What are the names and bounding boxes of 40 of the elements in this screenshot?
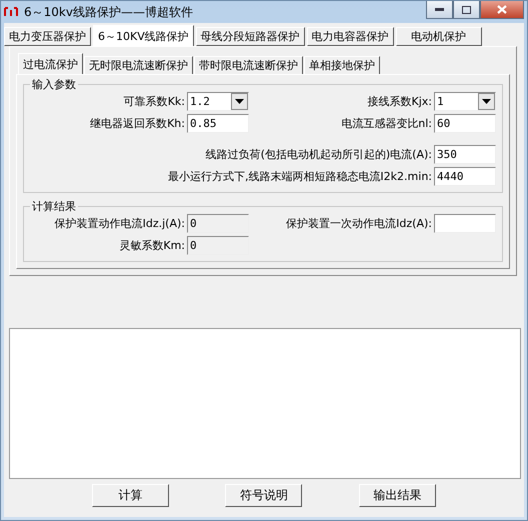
- field-label: 线路过负荷(包括电动机起动所引起的)电流(A):: [204, 147, 432, 162]
- field-label: 可靠系数Kk:: [122, 94, 185, 109]
- tab[interactable]: 电力电容器保护: [306, 27, 394, 46]
- tab[interactable]: 电力变压器保护: [4, 27, 91, 46]
- tab[interactable]: 单相接地保护: [304, 56, 380, 74]
- field-label: 电流互感器变比nl:: [340, 116, 432, 131]
- tab[interactable]: 无时限电流速断保护: [84, 56, 193, 74]
- tab[interactable]: 母线分段短路器保护: [196, 27, 305, 46]
- group-title: 输入参数: [31, 77, 77, 92]
- action-button[interactable]: 计算: [92, 484, 170, 507]
- field-label: 保护装置一次动作电流Idz(A):: [285, 216, 432, 231]
- input-field[interactable]: 0: [187, 214, 249, 233]
- action-button[interactable]: 符号说明: [225, 484, 302, 507]
- tab[interactable]: 过电流保护: [18, 53, 83, 74]
- tab[interactable]: 带时限电流速断保护: [194, 56, 303, 74]
- input-field[interactable]: [434, 214, 496, 233]
- window-title: 6～10kv线路保护——博超软件: [24, 4, 193, 20]
- close-icon: [497, 5, 507, 14]
- field-label: 最小运行方式下,线路末端两相短路稳态电流I2k2.min:: [166, 169, 432, 184]
- dropdown-field[interactable]: 1: [434, 92, 496, 111]
- field-label: 继电器返回系数Kh:: [89, 116, 185, 131]
- tab[interactable]: 6～10KV线路保护: [93, 25, 194, 46]
- close-button[interactable]: [480, 1, 524, 19]
- input-field[interactable]: 0: [187, 236, 249, 255]
- maximize-icon: [462, 6, 471, 14]
- dropdown-field[interactable]: 1.2: [187, 92, 249, 111]
- field-label: 保护装置动作电流Idz.j(A):: [54, 216, 185, 231]
- tab[interactable]: 电动机保护: [396, 27, 482, 46]
- group-title: 计算结果: [31, 199, 77, 214]
- action-button[interactable]: 输出结果: [358, 484, 436, 507]
- input-field[interactable]: 4440: [434, 167, 496, 186]
- field-label: 灵敏系数Km:: [118, 238, 185, 253]
- input-field[interactable]: 0.85: [187, 114, 249, 133]
- input-field[interactable]: 60: [434, 114, 496, 133]
- field-label: 接线系数Kjx:: [366, 94, 432, 109]
- minimize-button[interactable]: [426, 1, 453, 19]
- input-field[interactable]: 350: [434, 145, 496, 164]
- minimize-icon: [435, 8, 444, 11]
- maximize-button[interactable]: [453, 1, 480, 19]
- app-icon: [4, 7, 18, 17]
